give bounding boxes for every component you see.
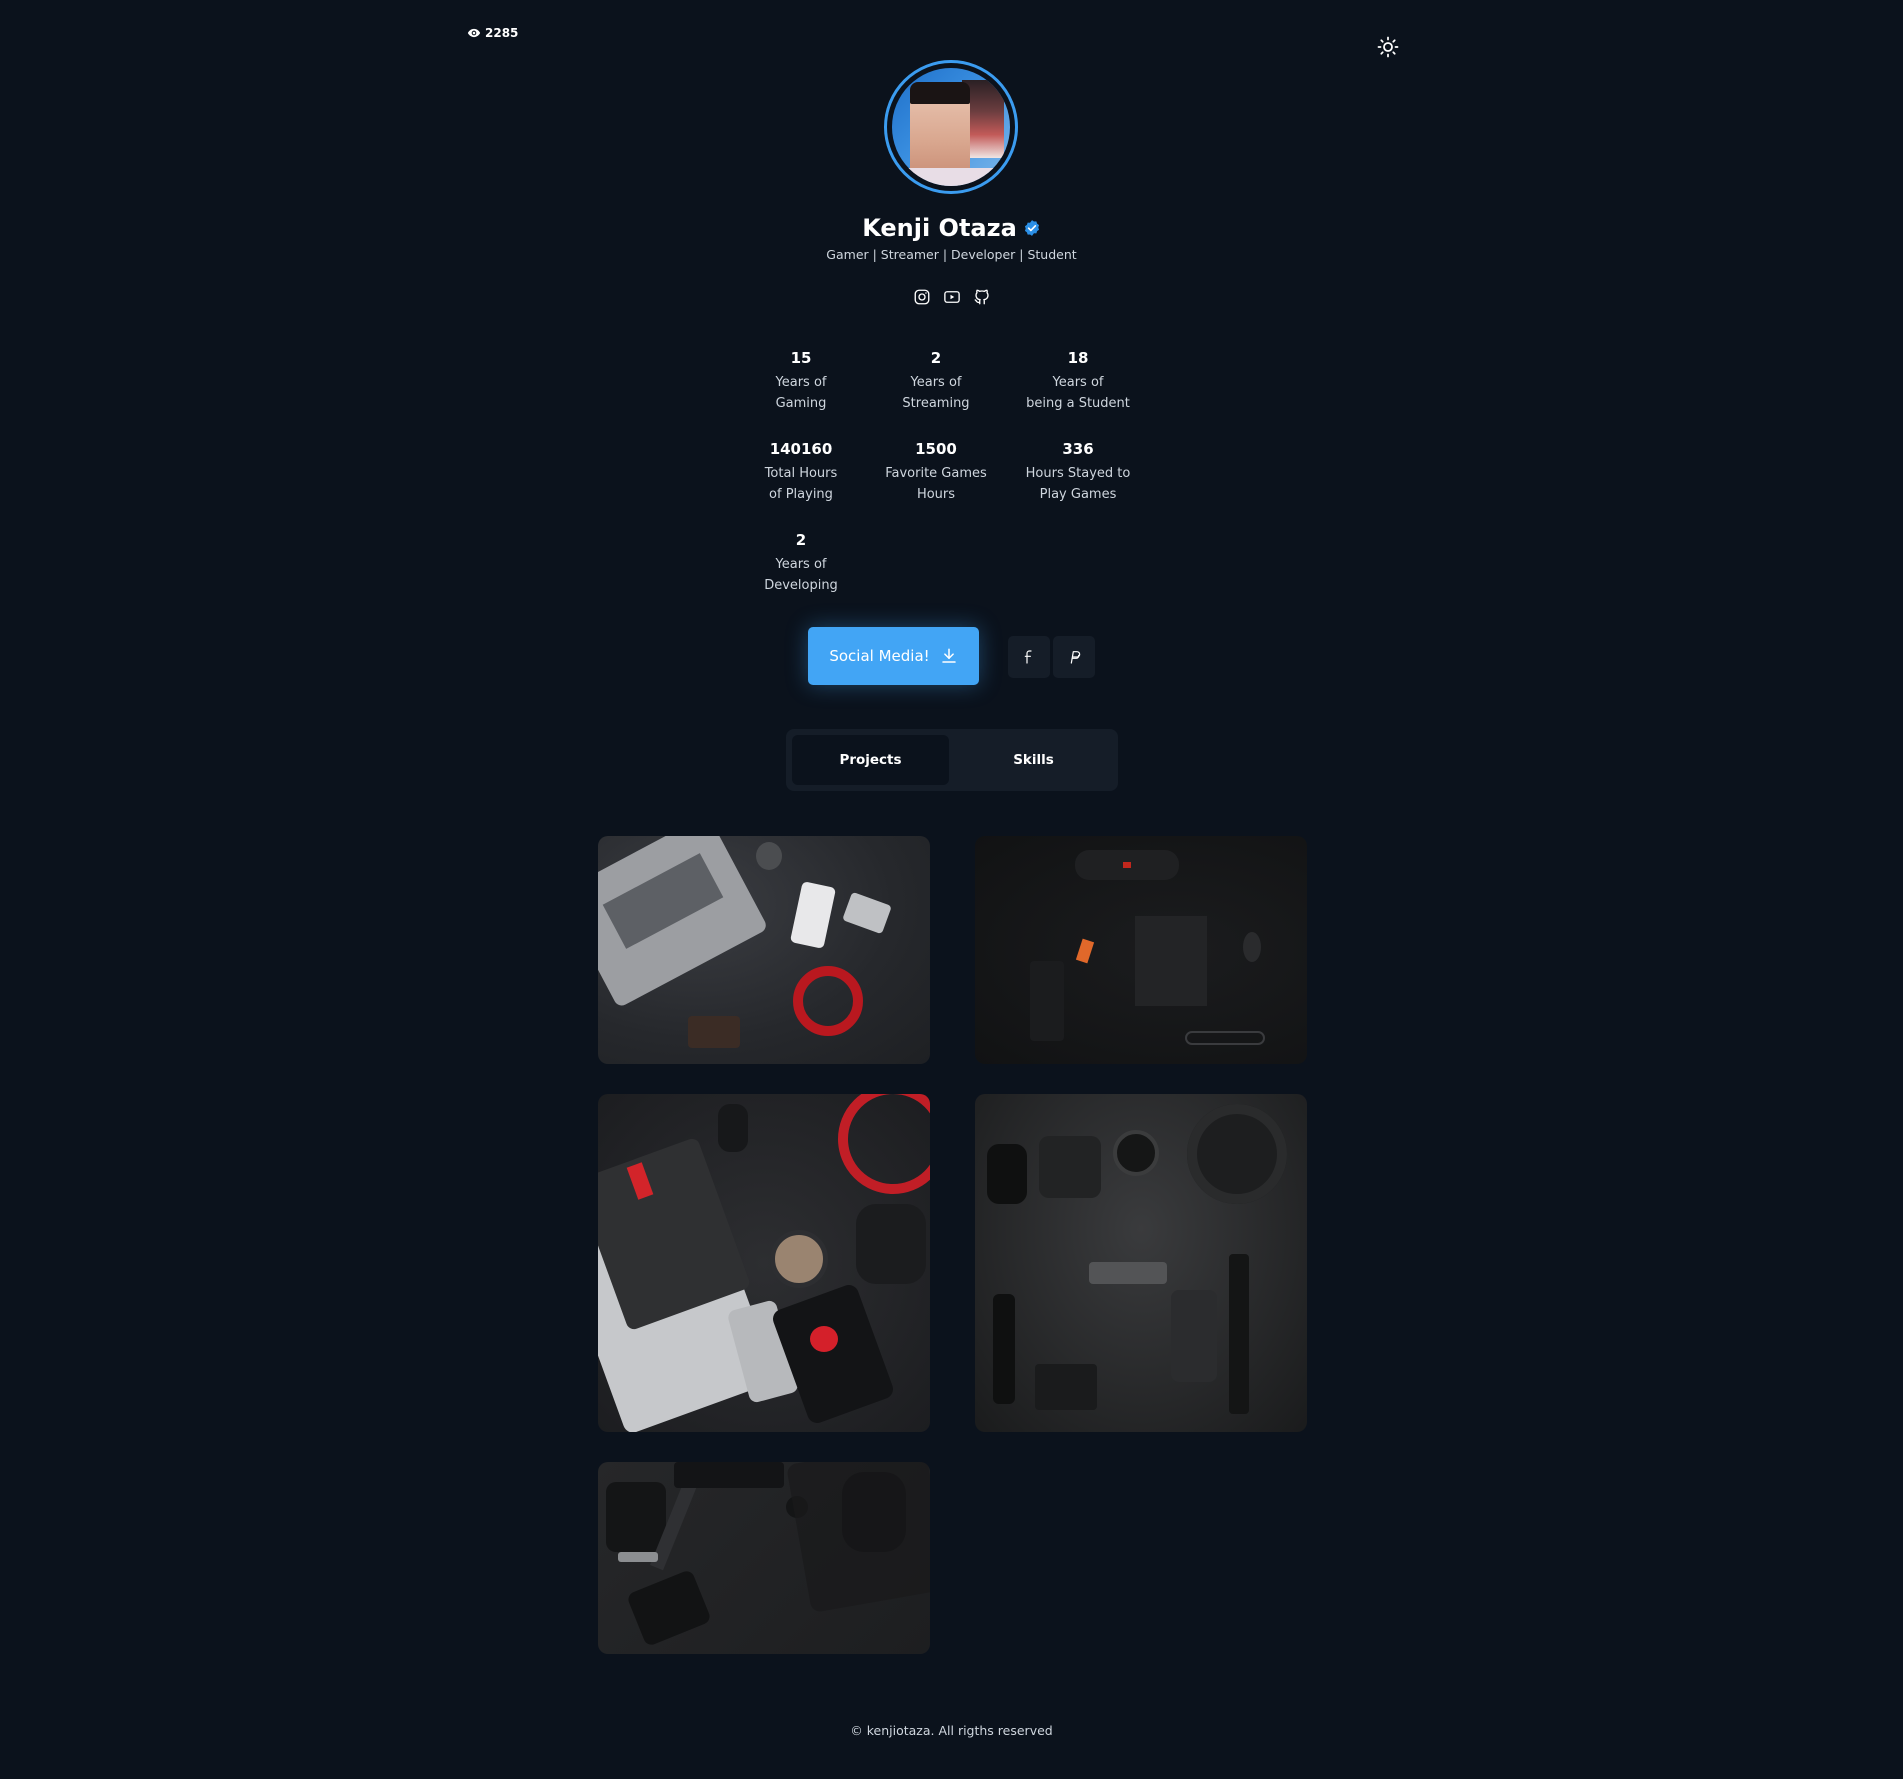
stats-grid: 15 Years of Gaming 2 Years of Streaming … (751, 346, 1135, 596)
social-media-button-label: Social Media! (829, 647, 930, 665)
view-counter: 2285 (467, 26, 518, 40)
project-card-5[interactable] (598, 1462, 930, 1654)
instagram-icon (914, 289, 929, 305)
project-card-1[interactable] (598, 836, 930, 1064)
project-card-3[interactable] (598, 1094, 930, 1432)
youtube-icon (943, 291, 960, 303)
social-links (0, 288, 1903, 306)
facebook-button[interactable] (1008, 636, 1050, 678)
paypal-icon (1070, 651, 1081, 664)
stat-value: 18 (1067, 349, 1089, 367)
verified-badge-icon (1024, 220, 1039, 236)
social-media-button[interactable]: Social Media! (808, 627, 979, 685)
stat-value: 15 (790, 349, 812, 367)
stat-value: 140160 (769, 440, 833, 458)
github-icon (974, 289, 989, 305)
stat-label: Years of Gaming (775, 375, 827, 411)
stat-label: Years of Developing (764, 557, 838, 593)
stat-value: 2 (795, 531, 807, 549)
stat-value: 336 (1062, 440, 1094, 458)
tab-skills[interactable]: Skills (955, 735, 1112, 785)
sun-icon (1377, 36, 1399, 58)
stat-years-streaming: 2 Years of Streaming (851, 346, 1021, 414)
footer-copyright: © kenjiotaza. All rigths reserved (850, 1723, 1053, 1738)
stat-total-hours-playing: 140160 Total Hours of Playing (751, 437, 851, 505)
download-icon (941, 648, 956, 663)
eye-icon (467, 28, 481, 38)
content-tabs: Projects Skills (786, 729, 1118, 791)
instagram-link[interactable] (913, 288, 931, 306)
avatar (884, 60, 1018, 194)
tab-projects[interactable]: Projects (792, 735, 949, 785)
stat-years-gaming: 15 Years of Gaming (751, 346, 851, 414)
stat-years-developing: 2 Years of Developing (751, 528, 851, 596)
project-card-2[interactable] (975, 836, 1307, 1064)
youtube-link[interactable] (943, 288, 961, 306)
theme-toggle-button[interactable] (1376, 35, 1400, 59)
avatar-photo (892, 68, 1010, 186)
paypal-button[interactable] (1053, 636, 1095, 678)
stat-label: Years of Streaming (902, 375, 970, 411)
profile-name-row: Kenji Otaza (0, 214, 1903, 242)
stat-value: 1500 (915, 440, 957, 458)
profile-name: Kenji Otaza (862, 214, 1017, 242)
facebook-icon (1024, 650, 1032, 664)
stat-years-student: 18 Years of being a Student (1021, 346, 1135, 414)
stat-hours-stayed: 336 Hours Stayed to Play Games (1021, 437, 1135, 505)
stat-label: Favorite Games Hours (885, 466, 987, 502)
stat-favorite-games-hours: 1500 Favorite Games Hours (851, 437, 1021, 505)
stat-label: Total Hours of Playing (764, 466, 838, 502)
project-card-4[interactable] (975, 1094, 1307, 1432)
views-count: 2285 (485, 26, 519, 40)
page: 2285 Kenji Otaza Gamer | Streamer | Deve… (0, 0, 1903, 1779)
stat-label: Years of being a Student (1026, 375, 1130, 411)
stat-value: 2 (930, 349, 942, 367)
stat-label: Hours Stayed to Play Games (1025, 466, 1131, 502)
github-link[interactable] (973, 288, 991, 306)
profile-tagline: Gamer | Streamer | Developer | Student (826, 247, 1077, 262)
